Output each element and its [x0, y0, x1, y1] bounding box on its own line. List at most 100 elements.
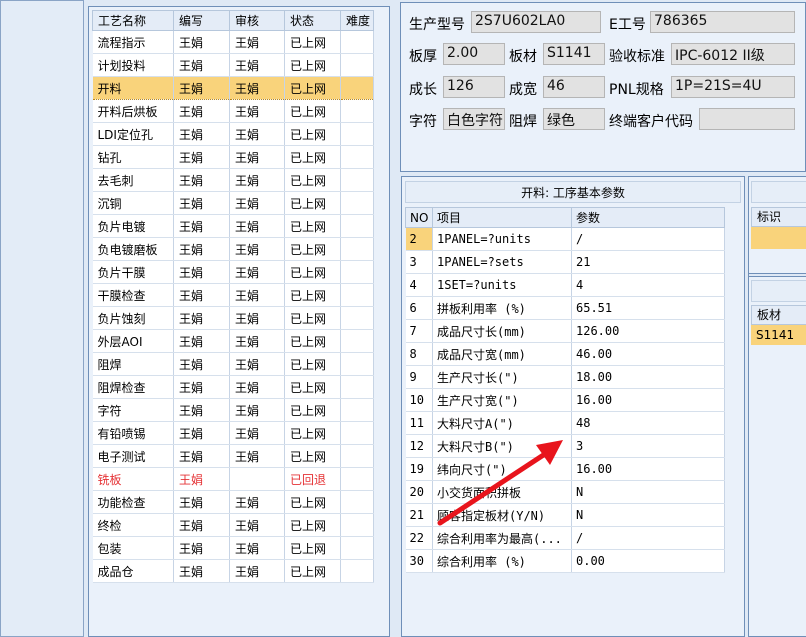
cell-status: 已上网	[284, 375, 341, 399]
model-field[interactable]: 2S7U602LA0	[471, 11, 601, 33]
table-row[interactable]: LDI定位孔 王娟 王娟 已上网	[92, 122, 374, 146]
table-row[interactable]: 铣板 王娟 已回退	[92, 467, 374, 491]
cell-difficulty	[340, 375, 374, 399]
table-row[interactable]: 7 成品尺寸长(mm) 126.00	[405, 319, 725, 343]
column-header-process-name[interactable]: 工艺名称	[92, 10, 174, 31]
cell-reviewer: 王娟	[229, 191, 285, 215]
column-header-reviewer[interactable]: 审核	[229, 10, 285, 31]
cell-writer: 王娟	[173, 283, 230, 307]
cell-reviewer: 王娟	[229, 237, 285, 261]
mark-column-header[interactable]: 标识	[751, 207, 806, 227]
table-row[interactable]: 10 生产尺寸宽(") 16.00	[405, 388, 725, 412]
cell-reviewer: 王娟	[229, 352, 285, 376]
table-row[interactable]: 阻焊 王娟 王娟 已上网	[92, 352, 374, 376]
legend-field[interactable]: 白色字符	[443, 108, 505, 130]
column-header-writer[interactable]: 编写	[173, 10, 230, 31]
table-row[interactable]: 钻孔 王娟 王娟 已上网	[92, 145, 374, 169]
table-row[interactable]: 开料 王娟 王娟 已上网	[92, 76, 374, 100]
cell-process-name: 成品仓	[92, 559, 174, 583]
table-row[interactable]: 22 综合利用率为最高(... /	[405, 526, 725, 550]
standard-field[interactable]: IPC-6012 II级	[671, 43, 795, 65]
cell-status: 已上网	[284, 76, 341, 100]
eno-field[interactable]: 786365	[650, 11, 795, 33]
cell-difficulty	[340, 260, 374, 284]
column-header-no[interactable]: NO	[405, 207, 433, 228]
table-row[interactable]: 负片干膜 王娟 王娟 已上网	[92, 260, 374, 284]
cell-difficulty	[340, 559, 374, 583]
table-row[interactable]: 6 拼板利用率 (%) 65.51	[405, 296, 725, 320]
table-row[interactable]: 有铅喷锡 王娟 王娟 已上网	[92, 421, 374, 445]
cell-no: 21	[405, 503, 433, 527]
table-row[interactable]: 9 生产尺寸长(") 18.00	[405, 365, 725, 389]
table-row[interactable]: 阻焊检查 王娟 王娟 已上网	[92, 375, 374, 399]
table-row[interactable]: 外层AOI 王娟 王娟 已上网	[92, 329, 374, 353]
cell-status: 已上网	[284, 513, 341, 537]
length-label: 成长	[409, 82, 437, 98]
cell-reviewer: 王娟	[229, 559, 285, 583]
table-row[interactable]: 功能检查 王娟 王娟 已上网	[92, 490, 374, 514]
cell-difficulty	[340, 122, 374, 146]
table-row[interactable]: 成品仓 王娟 王娟 已上网	[92, 559, 374, 583]
solder-mask-field[interactable]: 绿色	[543, 108, 605, 130]
process-table: 工艺名称 编写 审核 状态 难度 流程指示 王娟 王娟 已上网 计划投料 王娟 王娟 已上网开…	[92, 10, 374, 583]
material-cell[interactable]: S1141	[751, 325, 806, 345]
table-row[interactable]: 19 纬向尺寸(") 16.00	[405, 457, 725, 481]
table-row[interactable]: 电子测试 王娟 王娟 已上网	[92, 444, 374, 468]
table-row[interactable]: 终检 王娟 王娟 已上网	[92, 513, 374, 537]
table-row[interactable]: 开料后烘板 王娟 王娟 已上网	[92, 99, 374, 123]
table-row[interactable]: 12 大料尺寸B(") 3	[405, 434, 725, 458]
cell-status: 已上网	[284, 260, 341, 284]
width-field[interactable]: 46	[543, 76, 605, 98]
cell-difficulty	[340, 53, 374, 77]
table-row[interactable]: 去毛刺 王娟 王娟 已上网	[92, 168, 374, 192]
standard-label: 验收标准	[609, 49, 665, 65]
thickness-field[interactable]: 2.00	[443, 43, 505, 65]
column-header-item[interactable]: 项目	[432, 207, 572, 228]
cell-process-name: 铣板	[92, 467, 174, 491]
cell-writer: 王娟	[173, 490, 230, 514]
process-list-panel: 工艺名称 编写 审核 状态 难度 流程指示 王娟 王娟 已上网 计划投料 王娟 王娟 已上网开…	[88, 6, 390, 637]
pnl-field[interactable]: 1P=21S=4U	[671, 76, 795, 98]
table-row[interactable]: 负片电镀 王娟 王娟 已上网	[92, 214, 374, 238]
cell-writer: 王娟	[173, 53, 230, 77]
cell-writer: 王娟	[173, 191, 230, 215]
cell-reviewer: 王娟	[229, 306, 285, 330]
customer-code-field[interactable]	[699, 108, 795, 130]
column-header-difficulty[interactable]: 难度	[340, 10, 374, 31]
table-row[interactable]: 21 顾客指定板材(Y/N) N	[405, 503, 725, 527]
table-row[interactable]: 干膜检查 王娟 王娟 已上网	[92, 283, 374, 307]
table-row[interactable]: 计划投料 王娟 王娟 已上网	[92, 53, 374, 77]
panel-splitter[interactable]	[749, 273, 806, 277]
table-row[interactable]: 负电镀磨板 王娟 王娟 已上网	[92, 237, 374, 261]
table-row[interactable]: 11 大料尺寸A(") 48	[405, 411, 725, 435]
cell-no: 22	[405, 526, 433, 550]
table-row[interactable]: 30 综合利用率 (%) 0.00	[405, 549, 725, 573]
cell-reviewer	[229, 467, 285, 491]
cell-writer: 王娟	[173, 99, 230, 123]
table-row[interactable]: 20 小交货面积拼板 N	[405, 480, 725, 504]
cell-reviewer: 王娟	[229, 122, 285, 146]
material-column-header[interactable]: 板材	[751, 305, 806, 325]
column-header-value[interactable]: 参数	[571, 207, 725, 228]
cell-process-name: 开料后烘板	[92, 99, 174, 123]
mark-selected-row[interactable]	[751, 227, 806, 249]
cell-process-name: 沉铜	[92, 191, 174, 215]
cell-writer: 王娟	[173, 467, 230, 491]
table-row[interactable]: 负片蚀刻 王娟 王娟 已上网	[92, 306, 374, 330]
table-row[interactable]: 包装 王娟 王娟 已上网	[92, 536, 374, 560]
table-row[interactable]: 字符 王娟 王娟 已上网	[92, 398, 374, 422]
cell-process-name: 去毛刺	[92, 168, 174, 192]
length-field[interactable]: 126	[443, 76, 505, 98]
table-row[interactable]: 2 1PANEL=?units /	[405, 227, 725, 251]
params-table: NO 项目 参数 2 1PANEL=?units/3 1PANEL=?sets 21 4…	[405, 207, 725, 573]
cell-difficulty	[340, 30, 374, 54]
material-field[interactable]: S1141	[543, 43, 605, 65]
cell-process-name: 外层AOI	[92, 329, 174, 353]
table-row[interactable]: 3 1PANEL=?sets 21	[405, 250, 725, 274]
table-row[interactable]: 流程指示 王娟 王娟 已上网	[92, 30, 374, 54]
material-label: 板材	[509, 49, 537, 65]
column-header-status[interactable]: 状态	[284, 10, 341, 31]
table-row[interactable]: 4 1SET=?units 4	[405, 273, 725, 297]
table-row[interactable]: 8 成品尺寸宽(mm) 46.00	[405, 342, 725, 366]
table-row[interactable]: 沉铜 王娟 王娟 已上网	[92, 191, 374, 215]
